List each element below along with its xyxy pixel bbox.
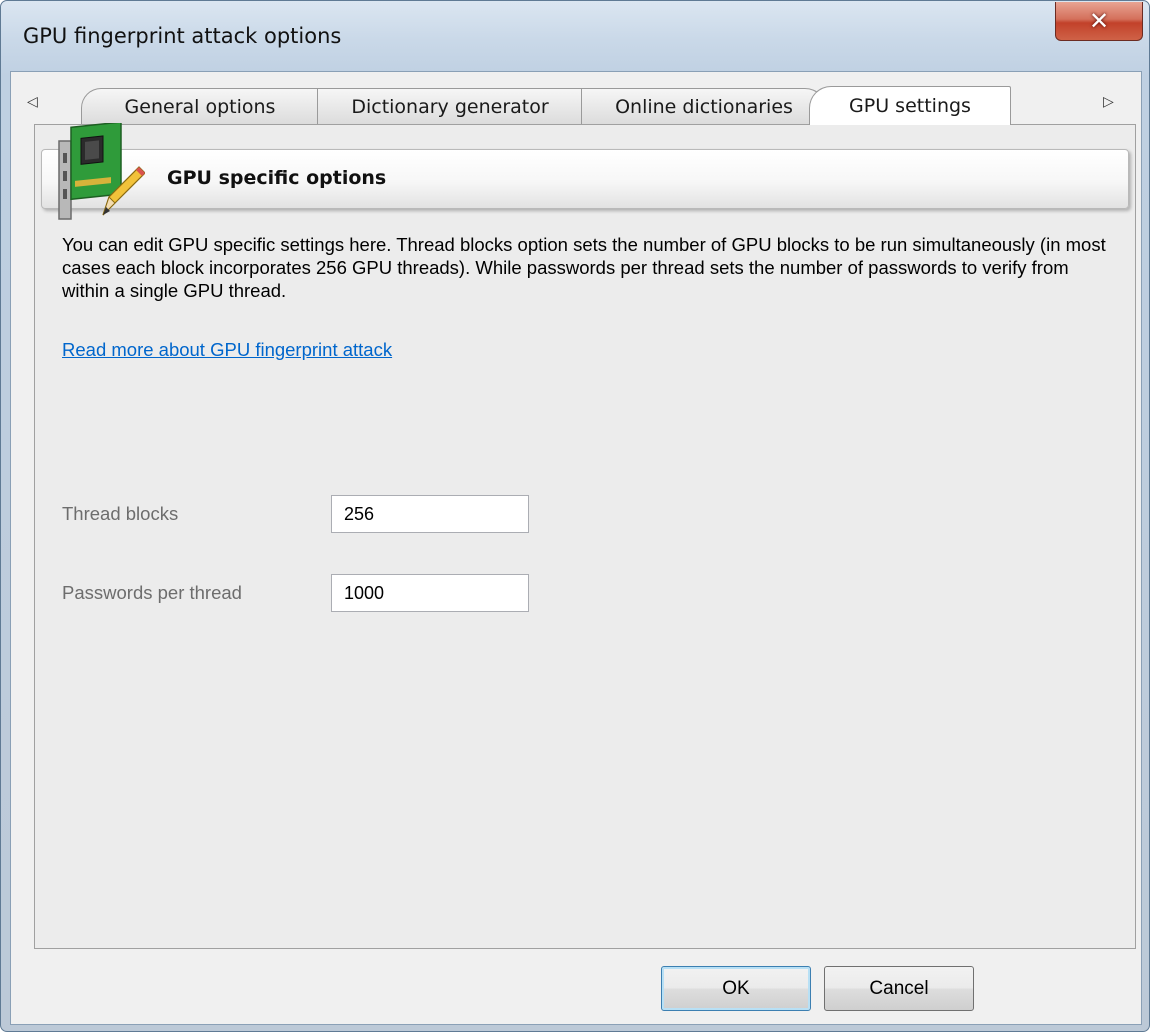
tab-general-options[interactable]: General options xyxy=(81,88,319,124)
tab-page-gpu-settings: GPU specific options You can edit GPU sp… xyxy=(34,123,1136,949)
thread-blocks-label: Thread blocks xyxy=(62,503,179,524)
tab-scroll-left-icon[interactable]: ◁ xyxy=(27,94,38,110)
passwords-per-thread-label: Passwords per thread xyxy=(62,582,242,603)
tab-label: Online dictionaries xyxy=(615,95,793,118)
passwords-per-thread-input[interactable] xyxy=(331,574,529,612)
dialog-client-area: ◁ General options Dictionary generator O… xyxy=(10,71,1142,1025)
cancel-button-label: Cancel xyxy=(869,977,929,999)
close-button[interactable]: ✕ xyxy=(1055,2,1143,41)
read-more-link[interactable]: Read more about GPU fingerprint attack xyxy=(62,339,392,361)
tab-online-dictionaries[interactable]: Online dictionaries xyxy=(581,88,827,124)
section-header: GPU specific options xyxy=(41,149,1129,209)
description-text: You can edit GPU specific settings here.… xyxy=(62,234,1106,301)
ok-button[interactable]: OK xyxy=(661,966,811,1011)
tab-gpu-settings[interactable]: GPU settings xyxy=(809,86,1011,125)
close-icon: ✕ xyxy=(1088,7,1110,35)
tab-label: General options xyxy=(124,95,276,118)
dialog-window: GPU fingerprint attack options ✕ ◁ Gener… xyxy=(0,0,1150,1032)
tab-scroll-right-icon[interactable]: ▷ xyxy=(1103,94,1114,110)
title-bar[interactable]: GPU fingerprint attack options ✕ xyxy=(1,1,1149,73)
gpu-card-edit-icon xyxy=(58,123,145,220)
ok-button-label: OK xyxy=(722,977,750,999)
window-title: GPU fingerprint attack options xyxy=(23,24,342,48)
section-title: GPU specific options xyxy=(167,167,387,189)
tab-label: Dictionary generator xyxy=(351,95,549,118)
tab-strip: ◁ General options Dictionary generator O… xyxy=(11,72,1141,125)
tab-dictionary-generator[interactable]: Dictionary generator xyxy=(317,88,583,124)
thread-blocks-input[interactable] xyxy=(331,495,529,533)
cancel-button[interactable]: Cancel xyxy=(824,966,974,1011)
tab-label: GPU settings xyxy=(849,95,971,117)
